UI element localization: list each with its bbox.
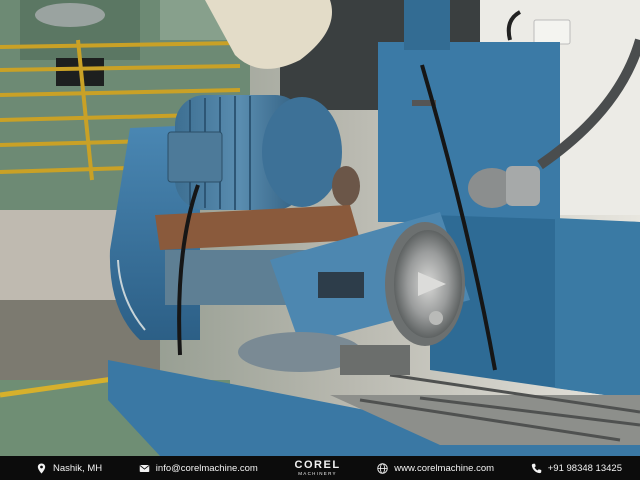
corel-logo: COREL MACHINERY <box>294 458 341 477</box>
footer-email[interactable]: info@corelmachine.com <box>139 463 258 474</box>
indexing-plate <box>318 272 364 298</box>
location-pin-icon <box>36 462 47 474</box>
footer-location: Nashik, MH <box>36 463 102 474</box>
workshop-photo <box>0 0 640 456</box>
cloth-pile <box>0 210 120 310</box>
footer-website[interactable]: www.corelmachine.com <box>377 463 494 474</box>
phone-icon <box>531 463 542 474</box>
phone-text[interactable]: +91 98348 13425 <box>548 463 622 474</box>
email-text[interactable]: info@corelmachine.com <box>156 463 258 474</box>
wheel-head-top <box>404 0 450 50</box>
email-icon <box>139 463 150 474</box>
website-text[interactable]: www.corelmachine.com <box>394 463 494 474</box>
base-clamp <box>340 345 410 375</box>
brand-tagline: MACHINERY <box>298 470 337 476</box>
magnetic-chuck <box>385 222 465 346</box>
motor-terminal-box <box>167 131 223 183</box>
footer-phone[interactable]: +91 98348 13425 <box>531 463 622 474</box>
wall-socket <box>533 19 571 45</box>
globe-icon <box>377 462 388 474</box>
brand-name: COREL <box>294 458 341 471</box>
work-lamp <box>468 166 540 208</box>
location-text: Nashik, MH <box>53 462 103 474</box>
tank-side <box>555 218 640 400</box>
contact-footer-bar: Nashik, MH info@corelmachine.com COREL M… <box>0 456 640 480</box>
